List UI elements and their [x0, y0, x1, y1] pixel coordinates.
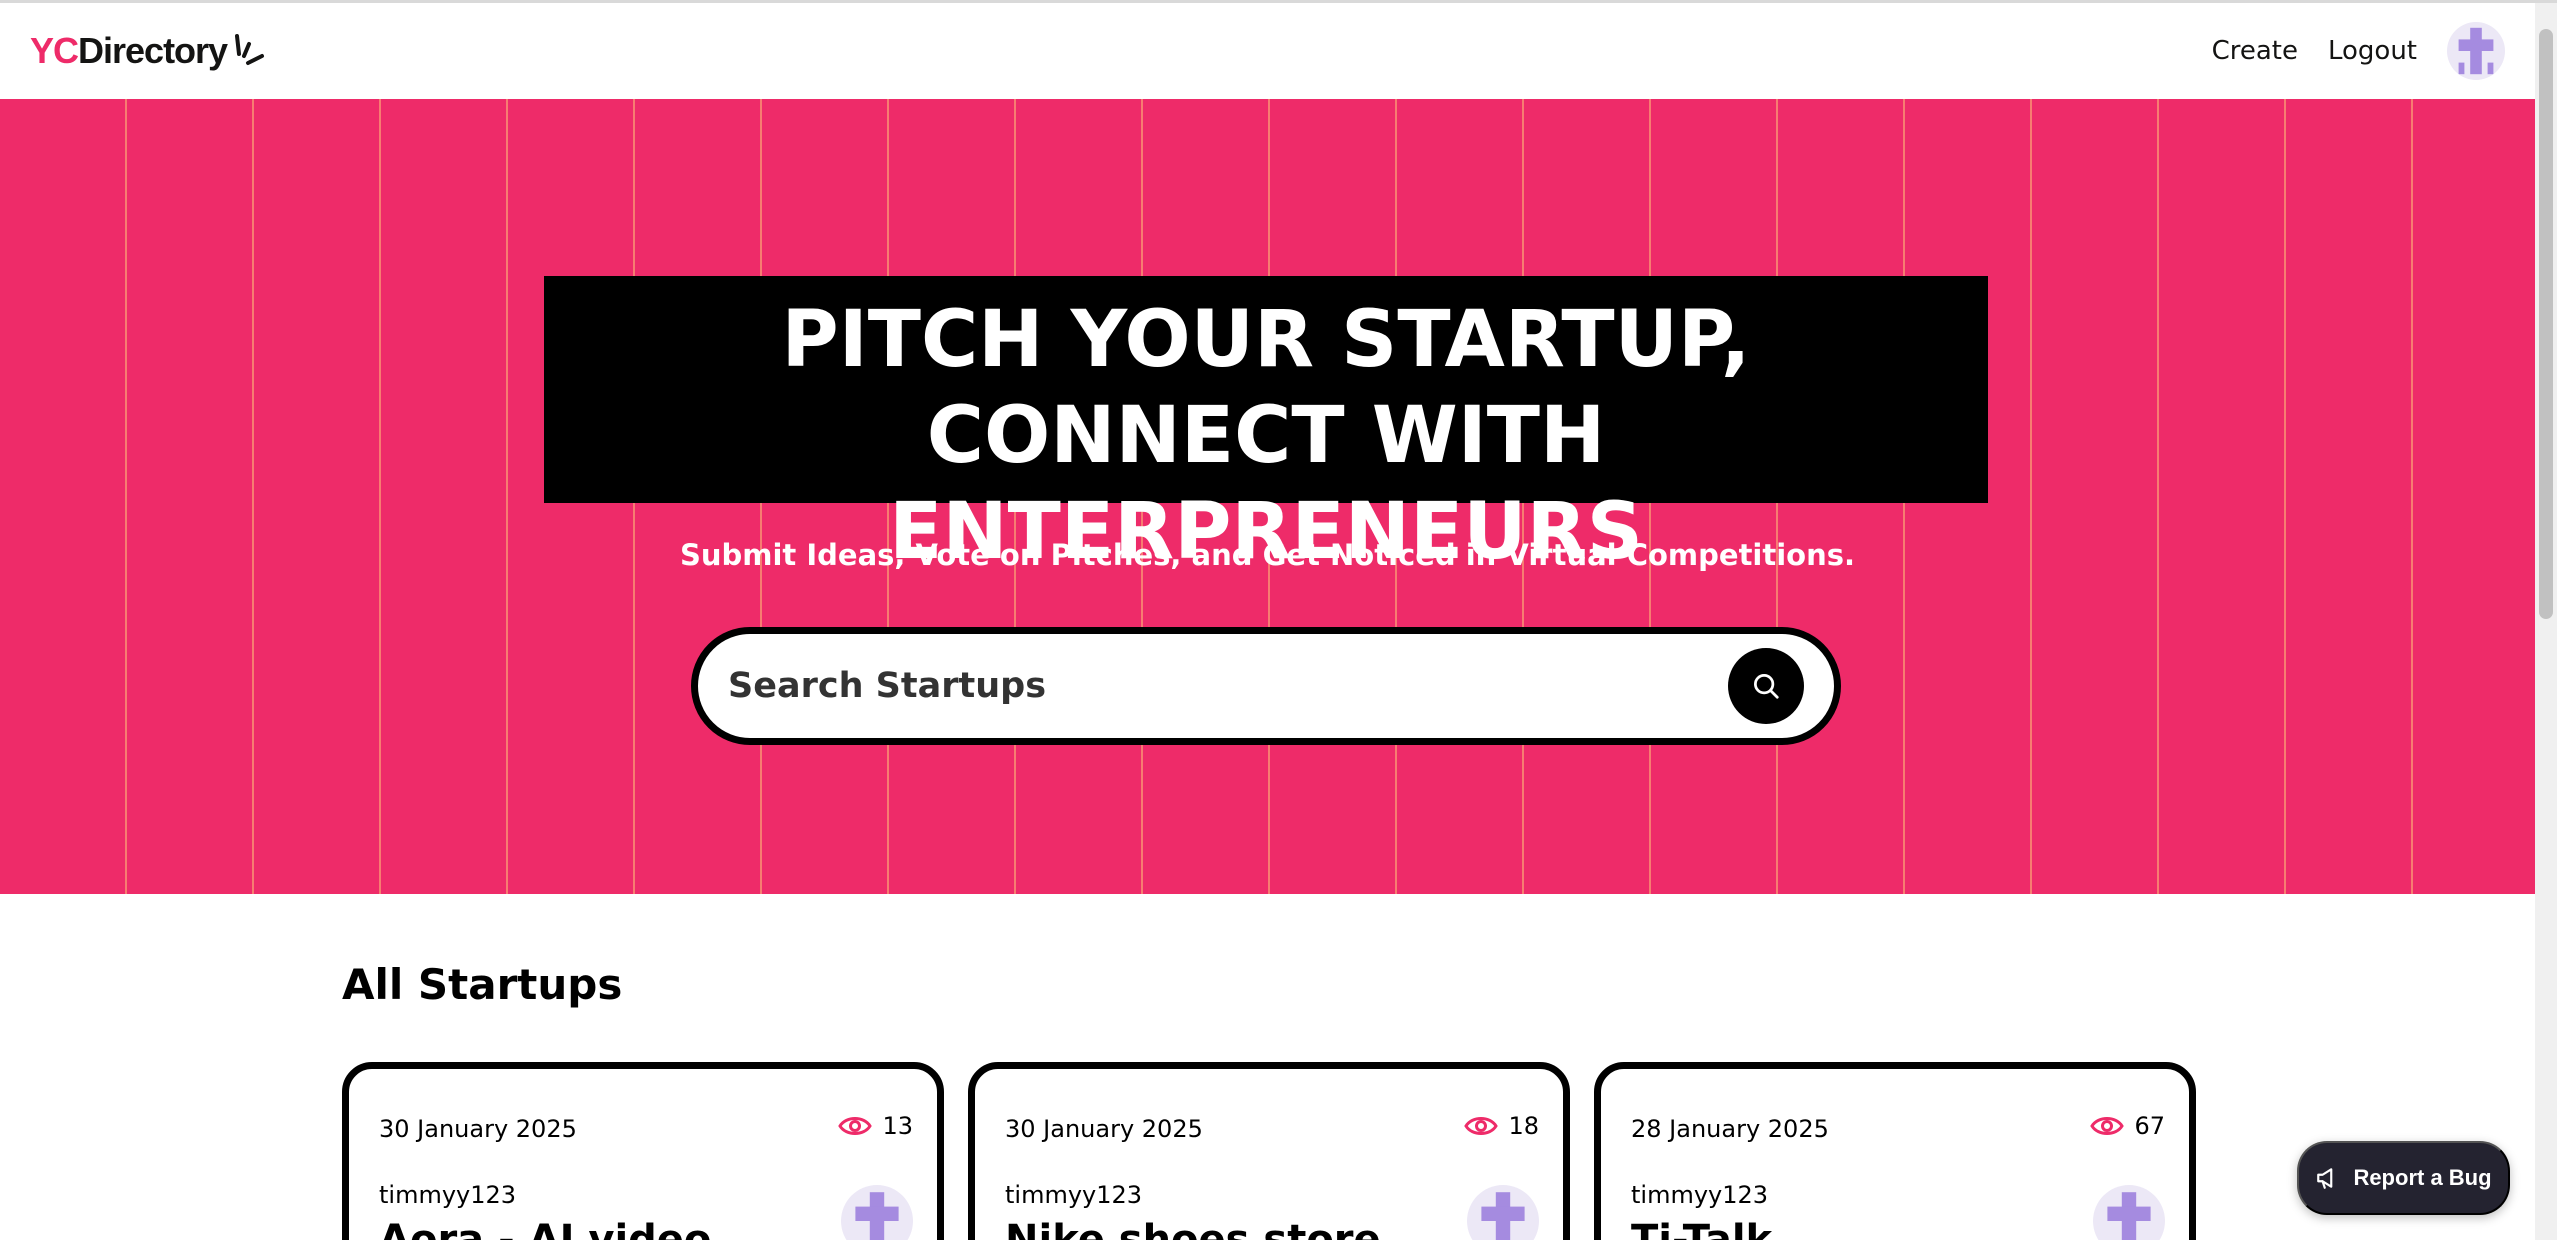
startup-card[interactable]: 30 January 2025 13 timmyy123 Aora - AI v… — [342, 1062, 944, 1240]
hero-title-line-1: PITCH YOUR STARTUP, — [781, 295, 1751, 385]
vertical-scrollbar[interactable] — [2535, 3, 2557, 1240]
logo-spark-icon — [235, 34, 265, 65]
card-title[interactable]: Aora - AI video — [379, 1217, 711, 1240]
logo-directory-text: Directory — [78, 30, 228, 71]
card-views: 13 — [838, 1112, 913, 1140]
avatar-pattern-icon — [2458, 27, 2494, 75]
search-icon — [1754, 674, 1779, 699]
author-avatar-icon[interactable] — [841, 1185, 913, 1240]
card-title[interactable]: Nike shoes store — [1005, 1217, 1381, 1240]
avatar-pattern-icon — [855, 1192, 899, 1240]
card-author[interactable]: timmyy123 — [1005, 1181, 1142, 1209]
eye-icon — [1464, 1117, 1499, 1135]
report-bug-label: Report a Bug — [2353, 1165, 2492, 1190]
section-title-all-startups: All Startups — [342, 960, 623, 1009]
logout-link[interactable]: Logout — [2328, 36, 2417, 66]
avatar-pattern-icon — [1481, 1192, 1525, 1240]
nav-links: Create Logout — [2212, 22, 2505, 80]
logo-yc-text: YC — [30, 30, 79, 71]
scrollbar-thumb[interactable] — [2539, 29, 2553, 619]
hero-title: PITCH YOUR STARTUP, CONNECT WITH ENTERPR… — [544, 276, 1988, 577]
search-button[interactable] — [1728, 648, 1804, 724]
navbar: YC Directory Create Logout — [0, 3, 2535, 99]
card-date: 30 January 2025 — [379, 1115, 577, 1143]
avatar-pattern-icon — [2107, 1192, 2151, 1240]
hero-subtitle: Submit Ideas, Vote on Pitches, and Get N… — [679, 538, 1856, 572]
card-views: 18 — [1464, 1112, 1539, 1140]
author-avatar-icon[interactable] — [2093, 1185, 2165, 1240]
report-bug-button[interactable]: Report a Bug — [2297, 1141, 2510, 1215]
eye-icon — [838, 1117, 873, 1135]
startup-card[interactable]: 28 January 2025 67 timmyy123 Ti-Talk — [1594, 1062, 2196, 1240]
card-view-count: 18 — [1508, 1112, 1539, 1140]
create-link[interactable]: Create — [2212, 36, 2298, 66]
author-avatar-icon[interactable] — [1467, 1185, 1539, 1240]
card-date: 28 January 2025 — [1631, 1115, 1829, 1143]
startup-card[interactable]: 30 January 2025 18 timmyy123 Nike shoes … — [968, 1062, 1570, 1240]
search-input[interactable] — [728, 666, 1728, 706]
user-avatar-icon[interactable] — [2447, 22, 2505, 80]
card-author[interactable]: timmyy123 — [379, 1181, 516, 1209]
card-view-count: 13 — [882, 1112, 913, 1140]
search-form — [691, 627, 1841, 745]
card-author[interactable]: timmyy123 — [1631, 1181, 1768, 1209]
hero-section: PITCH YOUR STARTUP, CONNECT WITH ENTERPR… — [0, 99, 2535, 894]
card-views: 67 — [2090, 1112, 2165, 1140]
card-date: 30 January 2025 — [1005, 1115, 1203, 1143]
eye-icon — [2090, 1117, 2125, 1135]
logo[interactable]: YC Directory — [30, 30, 267, 72]
card-title[interactable]: Ti-Talk — [1631, 1217, 1772, 1240]
card-view-count: 67 — [2134, 1112, 2165, 1140]
megaphone-icon — [2317, 1168, 2333, 1189]
